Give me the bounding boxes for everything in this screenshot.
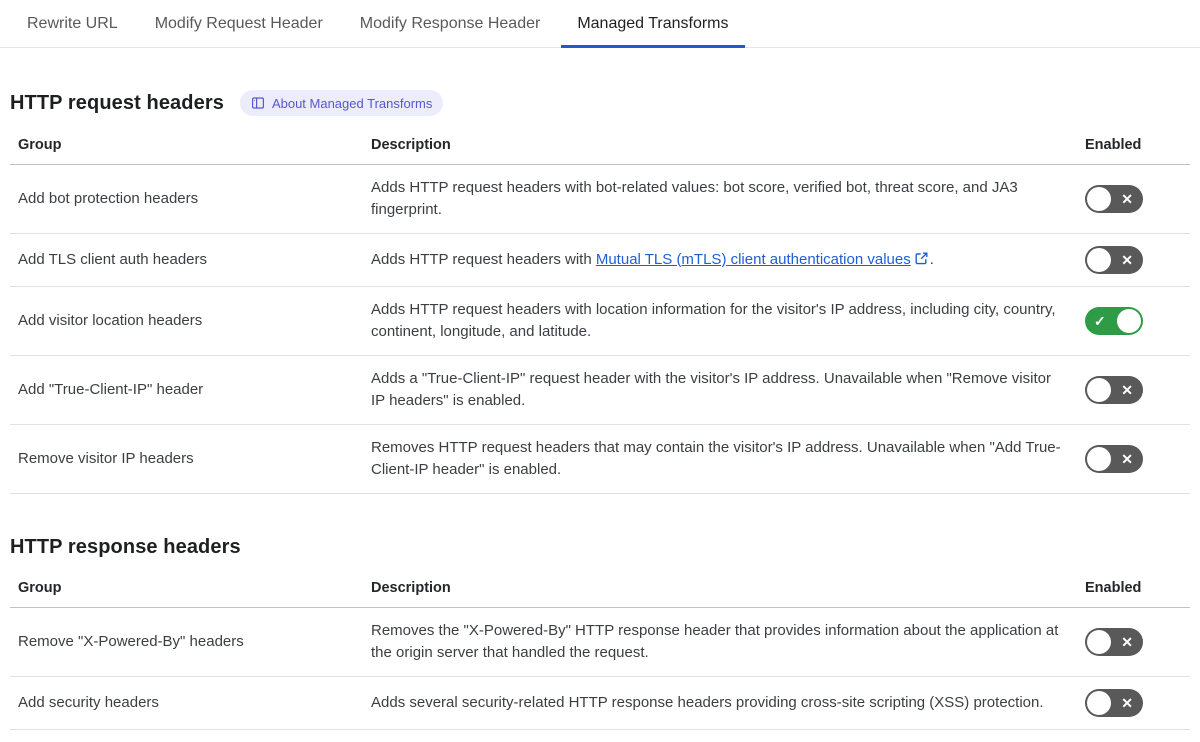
group-cell: Add bot protection headers <box>18 190 199 207</box>
toggle-knob <box>1087 630 1111 654</box>
toggle-on[interactable]: ✓ <box>1085 307 1143 335</box>
enabled-cell: ✕ <box>1085 364 1190 416</box>
description-text: . <box>929 250 934 268</box>
mtls-link[interactable]: Mutual TLS (mTLS) client authentication … <box>596 251 911 268</box>
tab-modify-response-header[interactable]: Modify Response Header <box>344 0 557 47</box>
enabled-cell: ✕ <box>1085 234 1190 286</box>
section-title-request-headers: HTTP request headers <box>10 91 224 114</box>
tab-modify-request-header[interactable]: Modify Request Header <box>139 0 339 47</box>
group-cell: Add security headers <box>18 694 159 711</box>
tab-managed-transforms[interactable]: Managed Transforms <box>561 0 745 48</box>
group-cell: Remove "X-Powered-By" headers <box>18 633 244 650</box>
group-cell: Add TLS client auth headers <box>18 251 208 268</box>
table-row: Remove "X-Powered-By" headers Removes the… <box>10 608 1190 677</box>
x-icon: ✕ <box>1121 191 1133 207</box>
table-row: Add security headers Adds several securit… <box>10 677 1190 730</box>
description-cell: Removes HTTP request headers that may co… <box>371 439 1061 478</box>
description-cell: Adds HTTP request headers with Mutual TL… <box>371 237 1085 284</box>
toggle-off[interactable]: ✕ <box>1085 376 1143 404</box>
column-header-group: Group <box>18 137 62 153</box>
table-row: Add visitor location headers Adds HTTP re… <box>10 287 1190 356</box>
toggle-knob <box>1087 691 1111 715</box>
external-link-icon <box>915 250 928 272</box>
column-header-enabled: Enabled <box>1085 580 1142 596</box>
toggle-knob <box>1117 309 1141 333</box>
group-cell: Remove visitor IP headers <box>18 450 194 467</box>
x-icon: ✕ <box>1121 252 1133 268</box>
response-headers-table: Group Description Enabled Remove "X-Powe… <box>10 563 1190 730</box>
column-header-enabled: Enabled <box>1085 137 1142 153</box>
enabled-cell: ✕ <box>1085 433 1190 485</box>
group-cell: Add visitor location headers <box>18 312 203 329</box>
table-header-row: Group Description Enabled <box>10 563 1190 608</box>
column-header-description: Description <box>371 137 451 153</box>
table-row: Remove visitor IP headers Removes HTTP re… <box>10 425 1190 494</box>
enabled-cell: ✓ <box>1085 295 1190 347</box>
x-icon: ✕ <box>1121 634 1133 650</box>
section-request-headers: HTTP request headers About Managed Trans… <box>10 90 1190 494</box>
book-icon <box>251 96 265 110</box>
column-header-description: Description <box>371 580 451 596</box>
request-headers-table: Group Description Enabled Add bot protec… <box>10 120 1190 494</box>
about-managed-transforms-badge[interactable]: About Managed Transforms <box>239 90 444 116</box>
tab-bar: Rewrite URL Modify Request Header Modify R… <box>0 0 1200 48</box>
tab-rewrite-url[interactable]: Rewrite URL <box>11 0 134 47</box>
description-cell: Adds HTTP request headers with bot-relat… <box>371 179 1018 218</box>
toggle-knob <box>1087 378 1111 402</box>
badge-label: About Managed Transforms <box>271 95 433 111</box>
table-body: Remove "X-Powered-By" headers Removes the… <box>10 608 1190 730</box>
toggle-knob <box>1087 187 1111 211</box>
description-cell: Removes the "X-Powered-By" HTTP response… <box>371 622 1059 661</box>
section-response-headers: HTTP response headers Group Description … <box>10 536 1190 730</box>
description-cell: Adds a "True-Client-IP" request header w… <box>371 370 1051 409</box>
managed-transforms-panel: HTTP request headers About Managed Trans… <box>0 90 1200 730</box>
toggle-off[interactable]: ✕ <box>1085 628 1143 656</box>
toggle-knob <box>1087 248 1111 272</box>
enabled-cell: ✕ <box>1085 677 1190 729</box>
toggle-knob <box>1087 447 1111 471</box>
section-header: HTTP response headers <box>10 536 1190 559</box>
description-cell: Adds HTTP request headers with location … <box>371 301 1056 340</box>
table-header-row: Group Description Enabled <box>10 120 1190 165</box>
description-cell: Adds several security-related HTTP respo… <box>371 694 1044 711</box>
enabled-cell: ✕ <box>1085 616 1190 668</box>
x-icon: ✕ <box>1121 695 1133 711</box>
x-icon: ✕ <box>1121 382 1133 398</box>
group-cell: Add "True-Client-IP" header <box>18 381 204 398</box>
column-header-group: Group <box>18 580 62 596</box>
toggle-off[interactable]: ✕ <box>1085 689 1143 717</box>
table-row: Add bot protection headers Adds HTTP requ… <box>10 165 1190 234</box>
x-icon: ✕ <box>1121 451 1133 467</box>
table-row: Add "True-Client-IP" header Adds a "True-… <box>10 356 1190 425</box>
table-body: Add bot protection headers Adds HTTP requ… <box>10 165 1190 494</box>
check-icon: ✓ <box>1094 313 1106 329</box>
table-row: Add TLS client auth headers Adds HTTP req… <box>10 234 1190 287</box>
enabled-cell: ✕ <box>1085 173 1190 225</box>
description-text: Adds HTTP request headers with <box>371 250 596 268</box>
section-title-response-headers: HTTP response headers <box>10 536 241 558</box>
section-header: HTTP request headers About Managed Trans… <box>10 90 1190 116</box>
toggle-off[interactable]: ✕ <box>1085 185 1143 213</box>
toggle-off[interactable]: ✕ <box>1085 445 1143 473</box>
toggle-off[interactable]: ✕ <box>1085 246 1143 274</box>
